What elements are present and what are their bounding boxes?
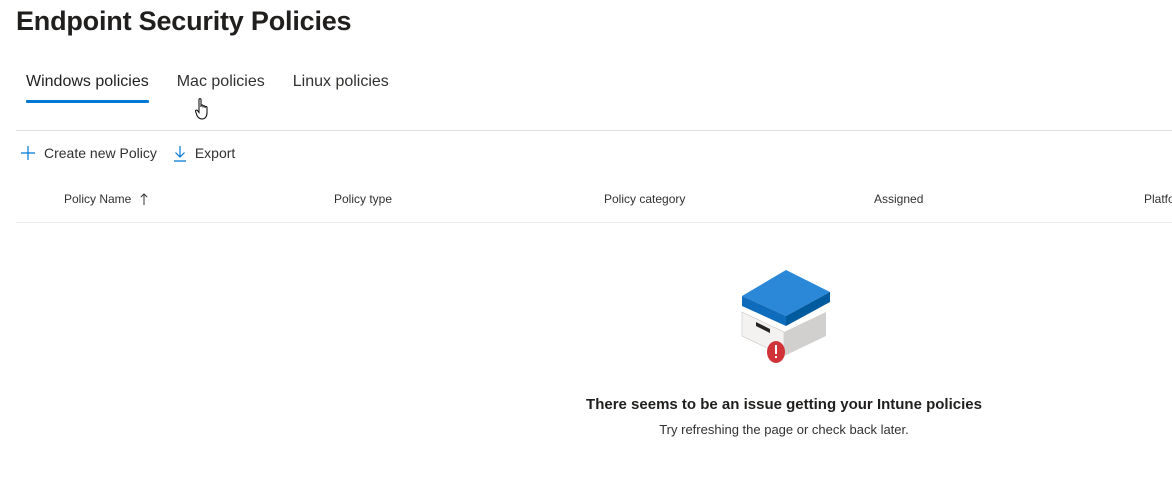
box-error-icon <box>741 270 830 363</box>
download-icon <box>173 145 186 162</box>
plus-icon <box>21 146 35 160</box>
tabs-divider <box>16 130 1172 131</box>
tab-linux-policies[interactable]: Linux policies <box>283 70 399 106</box>
create-policy-label: Create new Policy <box>44 145 157 161</box>
page-title: Endpoint Security Policies <box>16 6 352 36</box>
empty-state-subtitle: Try refreshing the page or check back la… <box>659 422 909 437</box>
column-header-policy-type[interactable]: Policy type <box>334 192 392 206</box>
table-header: Policy Name Policy type Policy category … <box>16 186 1172 216</box>
command-bar: Create new Policy Export <box>20 142 251 164</box>
sort-ascending-icon <box>140 193 148 205</box>
policy-tabs: Windows policies Mac policies Linux poli… <box>16 70 407 106</box>
empty-state: There seems to be an issue getting your … <box>484 266 1084 437</box>
empty-state-title: There seems to be an issue getting your … <box>586 396 982 413</box>
hand-cursor-icon <box>195 98 208 120</box>
export-label: Export <box>194 145 236 161</box>
table-header-divider <box>16 222 1172 223</box>
column-header-policy-category[interactable]: Policy category <box>604 192 685 206</box>
column-header-assigned[interactable]: Assigned <box>874 192 923 206</box>
create-policy-button[interactable]: Create new Policy <box>20 142 157 164</box>
export-button[interactable]: Export <box>173 142 235 164</box>
tab-mac-policies[interactable]: Mac policies <box>167 70 275 106</box>
column-header-platform[interactable]: Platform <box>1144 192 1172 206</box>
column-label: Policy Name <box>64 192 132 206</box>
column-header-policy-name[interactable]: Policy Name <box>64 192 148 206</box>
tab-windows-policies[interactable]: Windows policies <box>16 70 159 106</box>
